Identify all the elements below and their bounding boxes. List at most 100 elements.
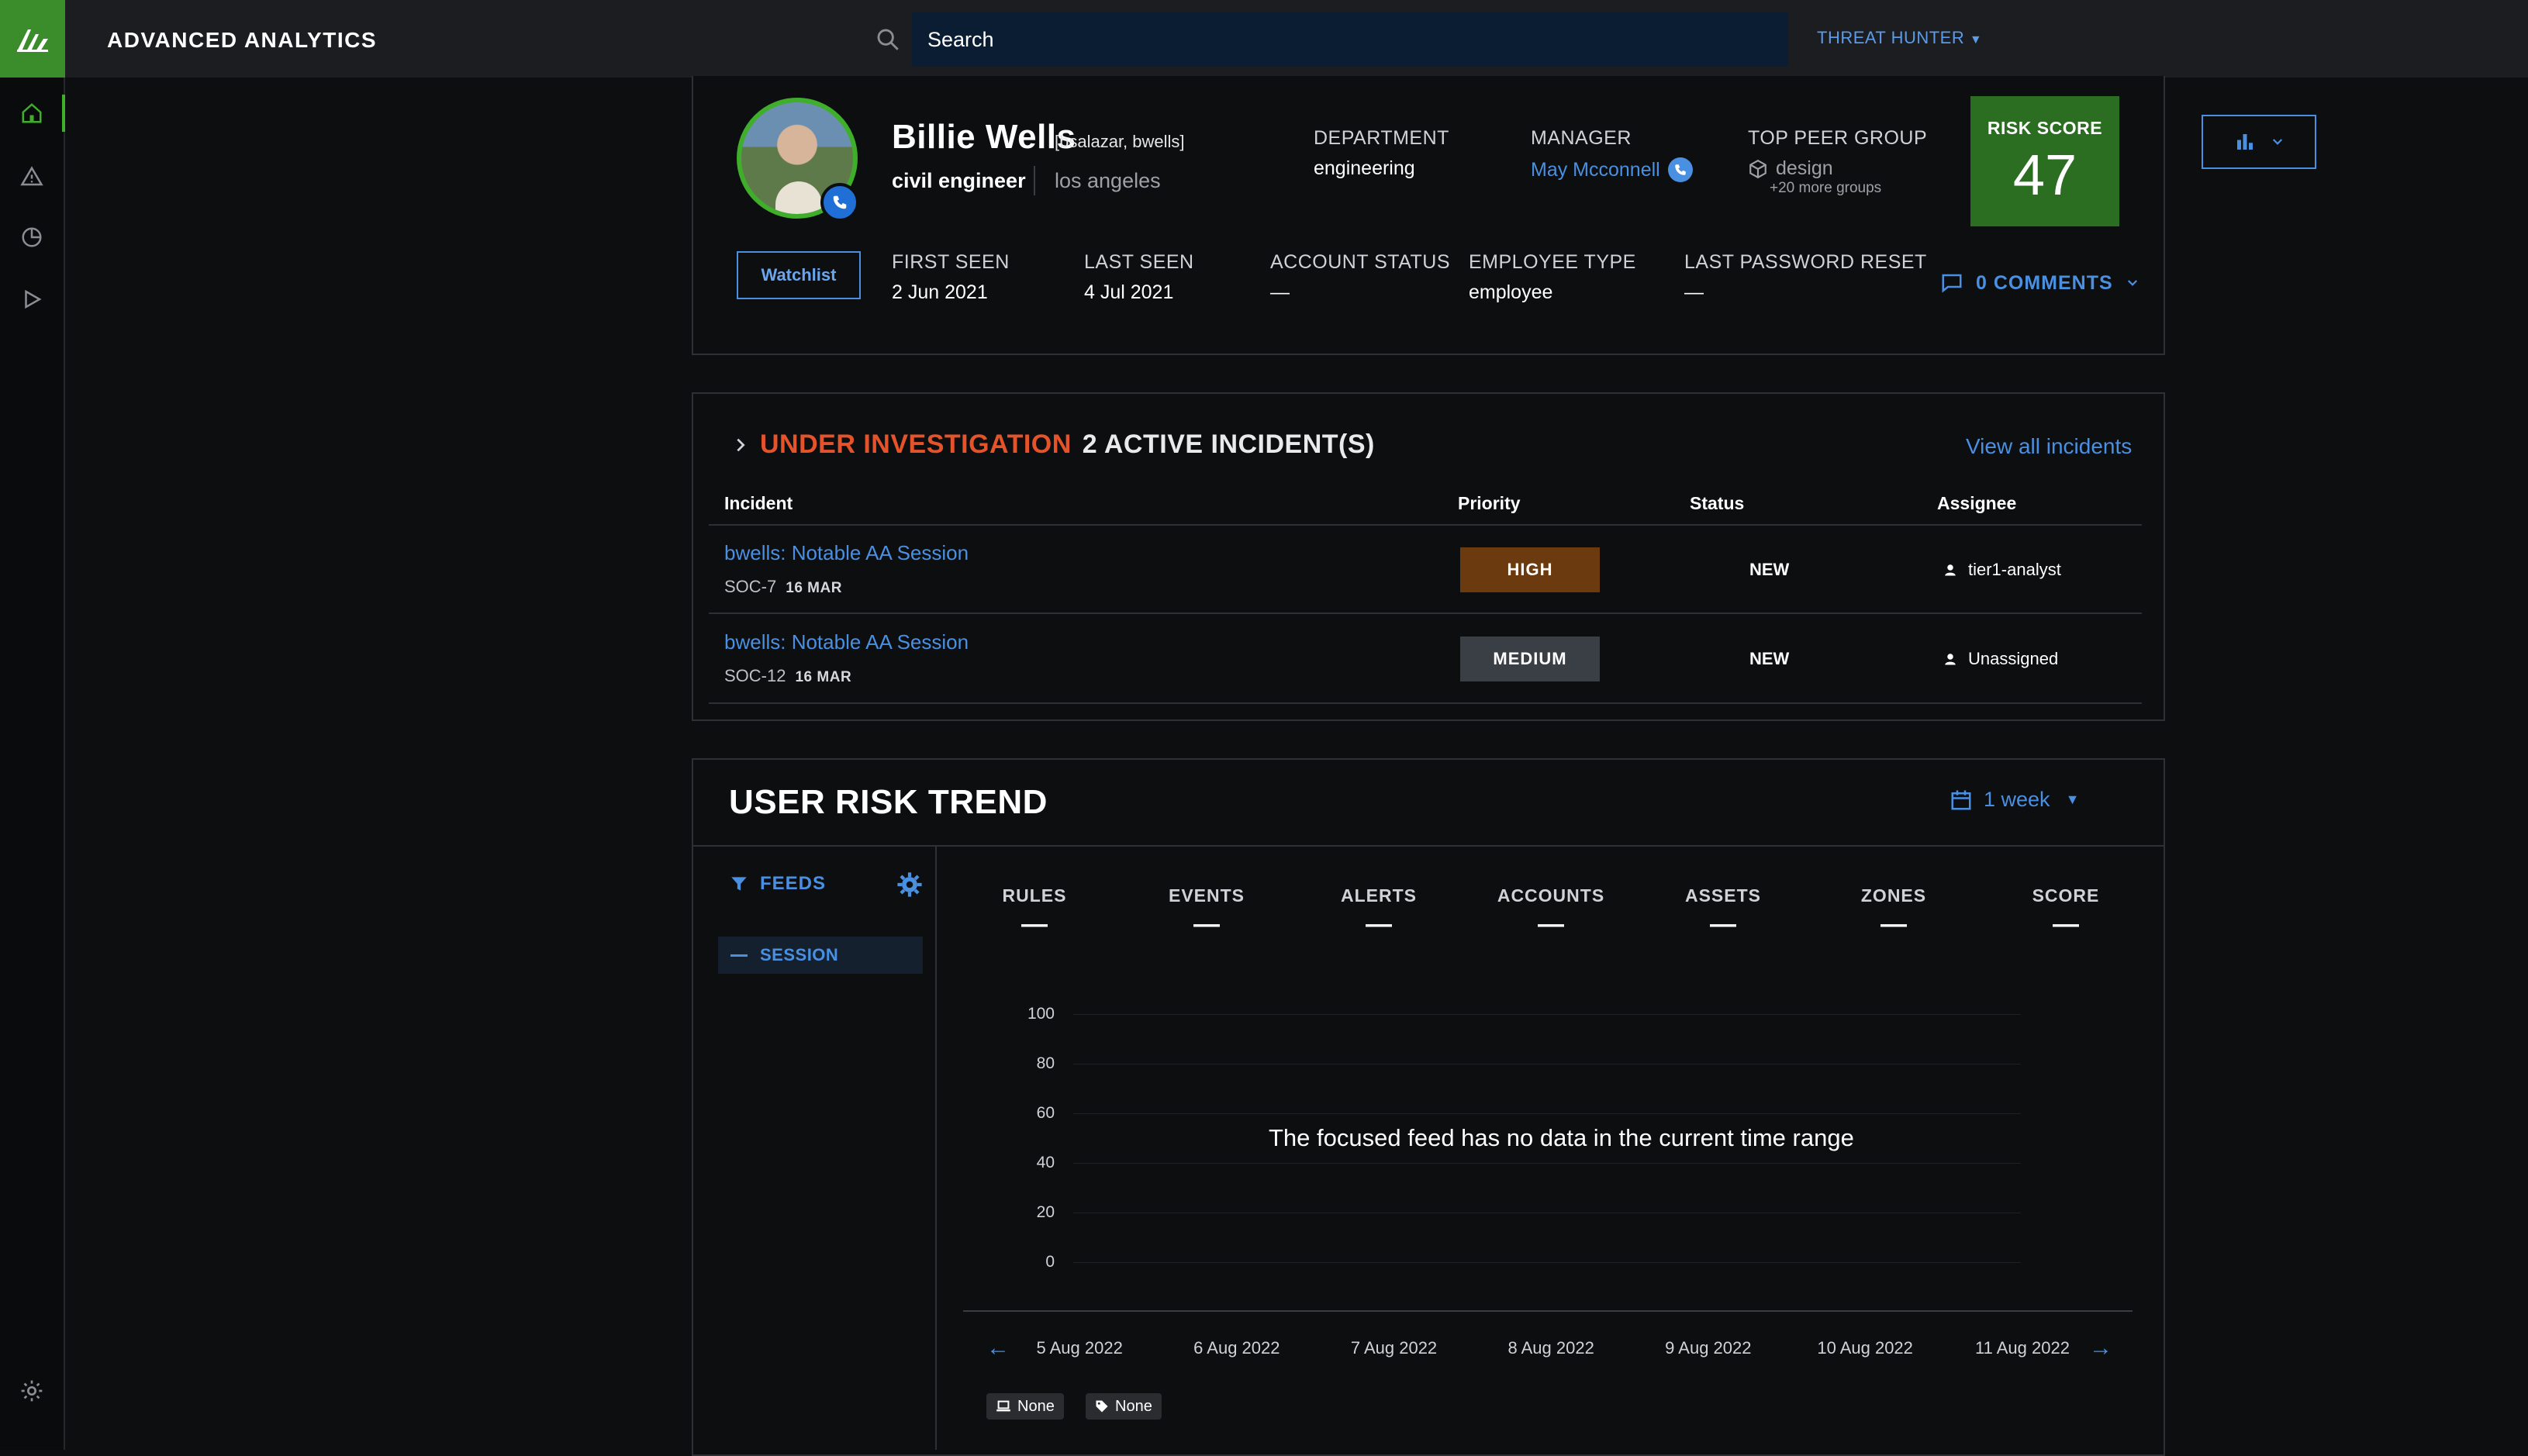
metric-label: RULES xyxy=(1002,885,1067,906)
metric-value: — xyxy=(1366,909,1392,939)
search-bar[interactable] xyxy=(912,12,1788,67)
last-seen-field: LAST SEEN 4 Jul 2021 xyxy=(1084,251,1194,304)
investigation-status: UNDER INVESTIGATION xyxy=(760,430,1072,459)
metric-label: ALERTS xyxy=(1341,885,1417,906)
label-tag[interactable]: None xyxy=(1086,1393,1162,1420)
metric-value: — xyxy=(2053,909,2079,939)
feeds-filter[interactable]: FEEDS xyxy=(729,873,826,895)
assignee-name: tier1-analyst xyxy=(1968,560,2061,579)
assignee-name: Unassigned xyxy=(1968,649,2059,668)
status-value: NEW xyxy=(1749,560,1790,579)
user-icon xyxy=(1945,564,1956,576)
call-badge[interactable] xyxy=(820,183,859,222)
peer-group-more[interactable]: +20 more groups xyxy=(1770,180,1927,197)
app-title: ADVANCED ANALYTICS xyxy=(107,28,377,52)
feed-item-session[interactable]: SESSION xyxy=(718,937,923,974)
device-tag[interactable]: None xyxy=(986,1393,1064,1420)
no-data-message: The focused feed has no data in the curr… xyxy=(1269,1124,1854,1151)
metric-label: EVENTS xyxy=(1168,885,1245,906)
first-seen-value: 2 Jun 2021 xyxy=(892,281,988,303)
active-incident-count: 2 ACTIVE INCIDENT(S) xyxy=(1082,430,1375,459)
chart-dropdown-button[interactable] xyxy=(2202,115,2316,169)
column-header-priority[interactable]: Priority xyxy=(1458,493,1521,514)
status-value: NEW xyxy=(1749,649,1790,668)
manager-link[interactable]: May Mcconnell xyxy=(1531,159,1660,181)
peer-group-row: design xyxy=(1748,157,1927,180)
logo[interactable] xyxy=(0,0,65,78)
divider xyxy=(1034,166,1035,195)
metric-value: — xyxy=(1880,909,1907,939)
time-range-value: 1 week xyxy=(1984,788,2050,811)
incident-link[interactable]: bwells: Notable AA Session xyxy=(724,541,969,565)
divider xyxy=(709,702,2142,704)
role-menu-label: THREAT HUNTER xyxy=(1817,28,1965,47)
time-range-select[interactable]: 1 week ▼ xyxy=(1950,788,2079,812)
calendar-icon xyxy=(1951,790,1971,809)
x-tick-label: 11 Aug 2022 xyxy=(1975,1338,2070,1358)
assignee[interactable]: tier1-analyst xyxy=(1943,560,2061,580)
gear-icon[interactable] xyxy=(896,871,923,898)
incidents-header: UNDER INVESTIGATION 2 ACTIVE INCIDENT(S) xyxy=(732,430,1375,460)
column-header-incident[interactable]: Incident xyxy=(724,493,793,514)
play-icon xyxy=(25,289,42,309)
assignee[interactable]: Unassigned xyxy=(1943,649,2058,669)
manager-field: MANAGER May Mcconnell xyxy=(1531,127,1693,182)
department-field: DEPARTMENT engineering xyxy=(1314,127,1449,180)
metric-alerts: ALERTS — xyxy=(1317,885,1441,939)
metric-rules: RULES — xyxy=(972,885,1097,939)
chevron-right-icon[interactable] xyxy=(732,436,749,454)
sidebar-item-home[interactable] xyxy=(0,90,65,136)
metric-accounts: ACCOUNTS — xyxy=(1489,885,1613,939)
incident-link[interactable]: bwells: Notable AA Session xyxy=(724,630,969,654)
caret-down-icon: ▼ xyxy=(2065,792,2080,807)
y-tick-label: 0 xyxy=(1045,1253,1055,1271)
peer-group-icon xyxy=(1749,159,1766,178)
watchlist-button[interactable]: Watchlist xyxy=(737,251,861,299)
y-tick-label: 60 xyxy=(1036,1104,1055,1122)
password-reset-field: LAST PASSWORD RESET — xyxy=(1684,251,1927,304)
metric-score: SCORE — xyxy=(2004,885,2128,939)
metric-events: EVENTS — xyxy=(1145,885,1269,937)
risk-score-label: RISK SCORE xyxy=(1987,118,2103,138)
column-header-status[interactable]: Status xyxy=(1690,493,1744,514)
column-header-assignee[interactable]: Assignee xyxy=(1937,493,2016,514)
employee-type-label: EMPLOYEE TYPE xyxy=(1469,251,1636,273)
sidebar-item-playbooks[interactable] xyxy=(0,276,64,323)
metric-value: — xyxy=(1538,909,1564,939)
sidebar-item-alerts[interactable] xyxy=(0,154,64,200)
search-icon[interactable] xyxy=(875,26,901,53)
role-menu[interactable]: THREAT HUNTER ▼ xyxy=(1817,28,1982,48)
gridline xyxy=(1073,1163,2021,1164)
user-location: los angeles xyxy=(1055,169,1161,192)
y-tick-label: 80 xyxy=(1036,1054,1055,1072)
peer-group-value: design xyxy=(1776,157,1833,179)
filter-icon xyxy=(731,877,747,891)
phone-icon[interactable] xyxy=(1667,157,1693,182)
search-input[interactable] xyxy=(912,12,1788,67)
user-name: Billie Wells xyxy=(892,118,1076,156)
x-tick-label: 6 Aug 2022 xyxy=(1193,1338,1280,1358)
incident-date: 16 MAR xyxy=(786,580,842,596)
gridline xyxy=(1073,1113,2021,1114)
view-all-incidents-link[interactable]: View all incidents xyxy=(1966,434,2132,459)
comments-toggle[interactable]: 0 COMMENTS xyxy=(1940,271,2139,295)
label-tag-label: None xyxy=(1115,1397,1152,1415)
metric-assets: ASSETS — xyxy=(1661,885,1785,937)
arrow-right-icon[interactable]: → xyxy=(2089,1335,2112,1361)
department-value: engineering xyxy=(1314,157,1415,179)
sidebar-item-settings[interactable] xyxy=(0,1368,64,1414)
arrow-left-icon[interactable]: ← xyxy=(986,1335,1010,1361)
feeds-label: FEEDS xyxy=(760,873,827,894)
metric-value: — xyxy=(1021,909,1048,939)
account-status-label: ACCOUNT STATUS xyxy=(1270,251,1451,273)
manager-label: MANAGER xyxy=(1531,127,1632,149)
tag-icon xyxy=(1096,1400,1108,1413)
x-tick-label: 5 Aug 2022 xyxy=(1036,1338,1123,1358)
risk-trend-title: USER RISK TREND xyxy=(729,783,1048,821)
sidebar-item-reports[interactable] xyxy=(0,214,64,260)
warning-icon xyxy=(20,166,43,186)
peer-group-field: TOP PEER GROUP design +20 more groups xyxy=(1748,127,1927,197)
divider xyxy=(709,612,2142,614)
metric-label: ASSETS xyxy=(1684,885,1762,906)
chevron-down-icon xyxy=(2127,280,2137,286)
